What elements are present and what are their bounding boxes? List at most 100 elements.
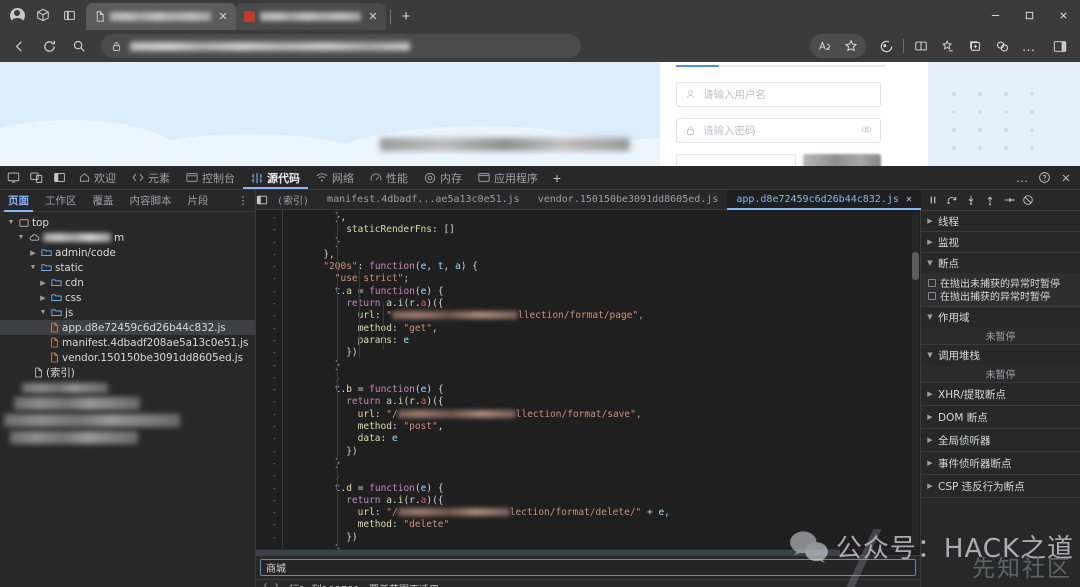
tree-item-origin[interactable]: ▼ m — [0, 230, 255, 245]
line-number[interactable]: - — [256, 261, 282, 273]
captcha-field[interactable] — [676, 154, 796, 166]
code-line[interactable]: }, — [289, 249, 920, 261]
step-over-icon[interactable] — [943, 191, 961, 209]
tab-performance[interactable]: 性能 — [362, 166, 416, 189]
line-number[interactable]: - — [256, 360, 282, 372]
code-line[interactable]: url: "/lection/format/delete/" + e, — [289, 507, 920, 519]
minimize-button[interactable] — [978, 0, 1012, 30]
copilot-icon[interactable] — [873, 34, 899, 58]
collections-icon[interactable] — [935, 34, 961, 58]
browser-tab-1[interactable]: ✕ — [86, 3, 236, 30]
section-header-global-listeners[interactable]: ▶ 全局侦听器 — [921, 429, 1080, 451]
code-line[interactable]: method: "delete" — [289, 519, 920, 531]
step-icon[interactable] — [1000, 191, 1018, 209]
code-line[interactable]: t.b = function(e) { — [289, 384, 920, 396]
code-line[interactable]: }) — [289, 532, 920, 544]
section-header-breakpoints[interactable]: ▼ 断点 — [921, 253, 1080, 273]
collapse-caret-icon[interactable]: ▶ — [38, 294, 48, 302]
line-number[interactable]: - — [256, 298, 282, 310]
checkbox[interactable] — [928, 291, 936, 300]
tree-item-redacted[interactable] — [0, 380, 255, 395]
back-button[interactable] — [5, 33, 33, 59]
browser-essentials-icon[interactable] — [962, 34, 988, 58]
subtab-overrides[interactable]: 覆盖 — [85, 190, 122, 212]
line-number[interactable]: - — [256, 310, 282, 322]
line-number[interactable]: - — [256, 396, 282, 408]
tree-item-vendor-js[interactable]: vendor.150150be3091dd8605ed.js — [0, 350, 255, 365]
search-icon[interactable] — [65, 33, 93, 59]
expand-caret-icon[interactable]: ▼ — [6, 219, 16, 226]
line-number[interactable]: - — [256, 507, 282, 519]
tree-item-redacted[interactable] — [0, 395, 255, 412]
eye-icon[interactable] — [861, 124, 872, 138]
extensions-icon[interactable] — [989, 34, 1015, 58]
line-number[interactable]: - — [256, 495, 282, 507]
tab-elements[interactable]: 元素 — [124, 166, 178, 189]
line-number[interactable]: - — [256, 347, 282, 359]
debugger-section-dom-breakpoints[interactable]: ▶ DOM 断点 — [921, 406, 1080, 429]
code-line[interactable]: "use strict"; — [289, 273, 920, 285]
subtab-page[interactable]: 页面 — [0, 190, 37, 212]
code-line[interactable]: } — [289, 458, 920, 470]
editor-tab-manifest[interactable]: manifest.4dbadf...ae5a13c0e51.js — [318, 190, 529, 209]
subtab-content-scripts[interactable]: 内容脚本 — [122, 190, 180, 212]
section-header-event-listener-breakpoints[interactable]: ▶ 事件侦听器断点 — [921, 452, 1080, 474]
split-screen-icon[interactable] — [908, 34, 934, 58]
step-out-icon[interactable] — [981, 191, 999, 209]
maximize-button[interactable] — [1012, 0, 1046, 30]
profile-avatar[interactable] — [4, 2, 30, 28]
tree-item-redacted[interactable] — [0, 412, 255, 429]
tab-sources[interactable]: 源代码 — [243, 166, 308, 189]
editor-tab-app[interactable]: app.d8e72459c6d26b44c832.js ✕ — [727, 190, 921, 210]
devtools-close-button[interactable] — [1056, 168, 1076, 188]
tab-network[interactable]: 网络 — [308, 166, 362, 189]
debugger-section-global-listeners[interactable]: ▶ 全局侦听器 — [921, 429, 1080, 452]
editor-tab-vendor[interactable]: vendor.150150be3091dd8605ed.js — [529, 190, 728, 209]
code-line[interactable]: } — [289, 360, 920, 372]
tab-actions-icon[interactable] — [56, 2, 82, 28]
line-number[interactable]: - — [256, 372, 282, 384]
line-number[interactable]: - — [256, 224, 282, 236]
line-number[interactable]: - — [256, 384, 282, 396]
expand-caret-icon[interactable]: ▼ — [38, 309, 48, 316]
tab-console[interactable]: 控制台 — [178, 166, 243, 189]
line-number[interactable]: - — [256, 237, 282, 249]
sidebar-toggle-icon[interactable] — [1047, 34, 1073, 58]
code-line[interactable]: data: e — [289, 433, 920, 445]
pretty-print-button[interactable]: { } — [262, 583, 280, 587]
checkbox[interactable] — [928, 278, 936, 287]
workspaces-icon[interactable] — [30, 2, 56, 28]
collapse-caret-icon[interactable]: ▶ — [28, 249, 38, 257]
close-tab-button[interactable]: ✕ — [366, 10, 380, 24]
close-tab-button[interactable]: ✕ — [216, 10, 230, 24]
password-field[interactable]: 请输入密码 — [676, 118, 881, 143]
navigator-more-button[interactable]: ⋮ — [235, 194, 255, 207]
tab-welcome[interactable]: 欢迎 — [71, 166, 124, 189]
subtab-snippets[interactable]: 片段 — [180, 190, 217, 212]
tree-item-redacted[interactable] — [0, 429, 255, 446]
deactivate-breakpoints-icon[interactable] — [1019, 191, 1037, 209]
collapse-caret-icon[interactable]: ▶ — [38, 279, 48, 287]
line-number[interactable]: - — [256, 421, 282, 433]
tree-item-css[interactable]: ▶ css — [0, 290, 255, 305]
close-icon[interactable]: ✕ — [906, 194, 912, 205]
tree-item-manifest-js[interactable]: manifest.4dbadf208ae5a13c0e51.js — [0, 335, 255, 350]
search-input[interactable]: 商城 — [260, 559, 916, 576]
tree-item-js[interactable]: ▼ js — [0, 305, 255, 320]
tab-memory[interactable]: 内存 — [416, 166, 470, 189]
tree-item-top[interactable]: ▼ top — [0, 215, 255, 230]
line-number[interactable]: - — [256, 532, 282, 544]
code-content[interactable]: }, staticRenderFns: [] } }, "2Q0s": func… — [289, 210, 920, 549]
favorite-star-icon[interactable] — [838, 34, 864, 58]
section-header-scope[interactable]: ▼ 作用域 — [921, 307, 1080, 327]
read-aloud-icon[interactable] — [812, 34, 838, 58]
line-number[interactable]: - — [256, 470, 282, 482]
dock-side-icon[interactable] — [48, 166, 71, 189]
expand-caret-icon[interactable]: ▼ — [16, 234, 26, 241]
line-number[interactable]: - — [256, 483, 282, 495]
tab-application[interactable]: 应用程序 — [470, 166, 546, 189]
username-field[interactable]: 请输入用户名 — [676, 82, 881, 107]
code-line[interactable]: t.a = function(e) { — [289, 286, 920, 298]
inspect-element-icon[interactable] — [2, 166, 25, 189]
step-into-icon[interactable] — [962, 191, 980, 209]
